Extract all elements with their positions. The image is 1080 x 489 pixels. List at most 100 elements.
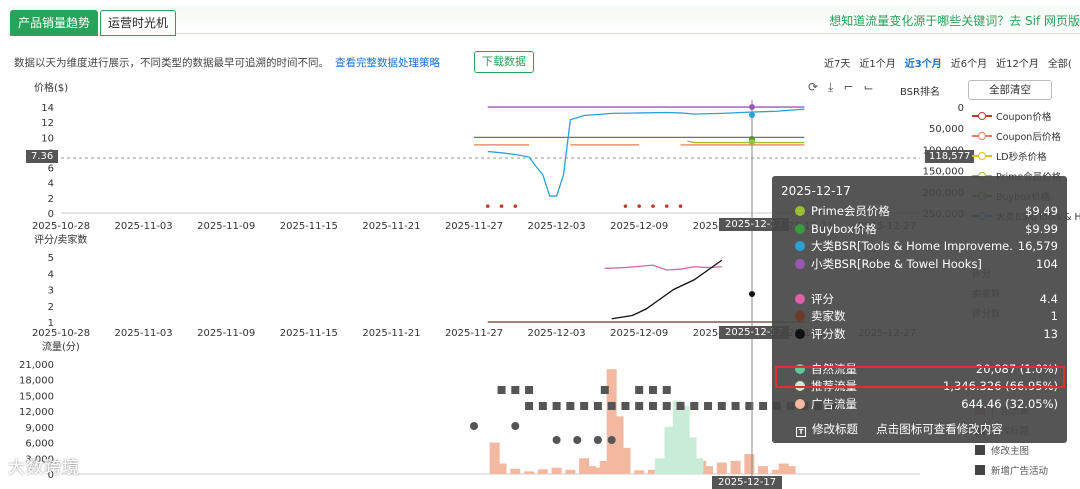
image-change-icon	[497, 386, 506, 394]
x-tick-label: 2025-11-21	[362, 328, 420, 339]
tooltip-row: 大类BSR[Tools & Home Improveme... 16,579	[781, 237, 1058, 255]
legend-item[interactable]: 修改主图	[975, 440, 1048, 460]
series-dot-icon	[795, 311, 805, 322]
x-tick-label: 2025-11-15	[280, 328, 338, 339]
x-tick-label: 2025-11-21	[362, 221, 420, 232]
series-point	[485, 204, 490, 208]
highlight-box	[775, 366, 1065, 388]
y-axis-label: 评分/卖家数	[34, 233, 87, 246]
tooltip-row: 卖家数 1	[781, 307, 1058, 325]
y-tick-label: 4	[48, 179, 54, 190]
series-line	[487, 108, 805, 197]
y-axis-label: 流量(分)	[42, 340, 80, 353]
legend-item[interactable]: 新增广告活动	[975, 460, 1048, 480]
legend-item[interactable]: LD秒杀价格	[972, 146, 1080, 166]
title-change-icon	[690, 402, 699, 410]
y-tick-label: 21,000	[19, 360, 54, 371]
y2-tick-label: 50,000	[929, 124, 964, 135]
tooltip-row-value: 104	[1036, 256, 1058, 271]
y-tick-label: 5	[48, 253, 54, 264]
y-tick-label: 10	[41, 133, 54, 144]
series-point	[678, 204, 683, 208]
y-tick-label: 14	[41, 103, 54, 114]
image-change-icon	[635, 386, 644, 394]
traffic-bar	[785, 466, 796, 474]
hover-point	[749, 104, 755, 110]
y-tick-label: 18,000	[19, 376, 54, 387]
y-axis-label: 价格($)	[34, 81, 68, 94]
tooltip-row-name: 广告流量	[811, 397, 857, 412]
hover-point	[749, 139, 755, 145]
traffic-bar	[496, 463, 507, 474]
tooltip-row-value: $9.49	[1025, 203, 1058, 218]
title-change-icon	[662, 402, 671, 410]
tooltip-row: 小类BSR[Robe & Towel Hooks] 104	[781, 255, 1058, 273]
foot-label: 修改标题	[812, 422, 858, 436]
tooltip-row-name: 大类BSR[Tools & Home Improveme...	[811, 239, 1014, 254]
ad-icon	[975, 465, 985, 475]
x-tick-label: 2025-10-28	[32, 221, 90, 232]
x-tick-label: 2025-11-03	[115, 328, 173, 339]
y-tick-label: 4	[48, 269, 54, 280]
series-dot-icon	[795, 223, 805, 234]
title-change-icon	[580, 402, 589, 410]
legend-item[interactable]: Coupon价格	[972, 106, 1080, 126]
traffic-bar	[693, 458, 704, 474]
series-point	[637, 204, 641, 208]
y-tick-label: 2	[48, 194, 54, 205]
series-dot-icon	[795, 293, 805, 304]
tooltip-row-value: 16,579	[1017, 239, 1058, 254]
tooltip-row-value: 4.4	[1039, 291, 1058, 306]
image-change-icon	[648, 386, 657, 394]
traffic-bar	[551, 467, 562, 474]
traffic-bar	[537, 469, 548, 474]
tooltip-row-name: 评分数	[811, 326, 846, 341]
current-price-label: 7.36	[26, 150, 59, 163]
x-tick-label: 2025-12-09	[610, 221, 668, 232]
date-flag-bottom: 2025-12-17	[712, 476, 783, 489]
x-tick-label: 2025-12-03	[528, 328, 586, 339]
title-icon: T	[796, 427, 806, 437]
watermark: 大数跨境	[8, 458, 80, 478]
legend-marker-icon	[972, 131, 992, 141]
y-tick-label: 6,000	[25, 439, 54, 450]
title-change-icon	[635, 402, 644, 410]
series-point	[651, 204, 655, 208]
y-tick-label: 2	[48, 302, 54, 313]
event-icon	[573, 436, 582, 444]
x-tick-label: 2025-11-03	[115, 221, 173, 232]
event-icon	[607, 436, 616, 444]
title-change-icon	[552, 402, 561, 410]
series-line	[687, 140, 805, 144]
y-tick-label: 15,000	[19, 391, 54, 402]
event-icon	[511, 422, 520, 430]
image-change-icon	[600, 386, 609, 394]
image-icon	[975, 445, 985, 455]
series-point	[513, 204, 518, 208]
series-dot-icon	[795, 205, 805, 216]
series-dot-icon	[795, 328, 805, 339]
traffic-bar	[654, 458, 665, 474]
tooltip-row-name: 评分	[811, 291, 834, 306]
title-change-icon	[566, 402, 575, 410]
title-change-icon	[648, 402, 657, 410]
tooltip-row-name: Prime会员价格	[811, 203, 890, 218]
image-change-icon	[511, 386, 520, 394]
traffic-bar	[703, 466, 714, 474]
series-dot-icon	[795, 258, 805, 269]
tooltip-row-value: 644.46 (32.05%)	[961, 397, 1058, 412]
x-tick-label: 2025-11-27	[445, 328, 503, 339]
y-tick-label: 9,000	[25, 423, 54, 434]
y-tick-label: 12	[41, 118, 54, 129]
series-point	[499, 204, 504, 208]
title-change-icon	[621, 402, 630, 410]
title-change-icon	[593, 402, 602, 410]
event-icon	[552, 436, 561, 444]
x-tick-label: 2025-12-03	[528, 221, 586, 232]
x-tick-label: 2025-12-09	[610, 328, 668, 339]
tooltip-row-value: 1	[1050, 309, 1058, 324]
title-change-icon	[676, 402, 685, 410]
traffic-bar	[716, 462, 727, 474]
legend-item[interactable]: Coupon后价格	[972, 126, 1080, 146]
traffic-bar	[524, 471, 535, 474]
